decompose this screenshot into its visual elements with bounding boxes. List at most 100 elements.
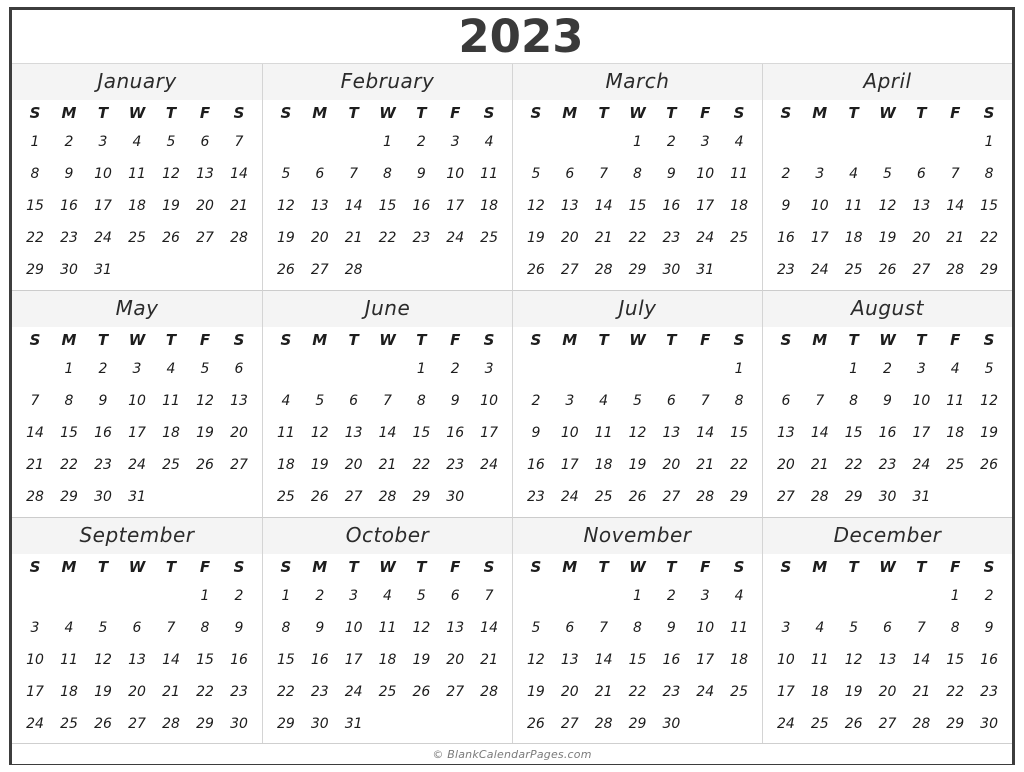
day-cell[interactable]: 18 — [938, 417, 972, 449]
day-cell[interactable]: 26 — [871, 254, 905, 286]
day-cell[interactable]: 8 — [18, 158, 52, 190]
day-cell[interactable]: 28 — [803, 481, 837, 513]
day-cell[interactable]: 17 — [688, 190, 722, 222]
day-cell[interactable]: 16 — [438, 417, 472, 449]
day-cell[interactable]: 14 — [371, 417, 405, 449]
day-cell[interactable]: 5 — [519, 158, 553, 190]
day-cell[interactable]: 26 — [269, 254, 303, 286]
day-cell[interactable]: 3 — [553, 385, 587, 417]
day-cell[interactable]: 14 — [472, 612, 506, 644]
day-cell[interactable]: 9 — [654, 158, 688, 190]
day-cell[interactable]: 4 — [803, 612, 837, 644]
day-cell[interactable]: 23 — [769, 254, 803, 286]
day-cell[interactable]: 2 — [52, 126, 86, 158]
day-cell[interactable]: 3 — [472, 353, 506, 385]
day-cell[interactable]: 10 — [553, 417, 587, 449]
day-cell[interactable]: 11 — [52, 644, 86, 676]
day-cell[interactable]: 2 — [86, 353, 120, 385]
day-cell[interactable]: 16 — [654, 644, 688, 676]
day-cell[interactable]: 23 — [222, 676, 256, 708]
day-cell[interactable]: 7 — [371, 385, 405, 417]
day-cell[interactable]: 26 — [303, 481, 337, 513]
day-cell[interactable]: 27 — [654, 481, 688, 513]
day-cell[interactable]: 1 — [371, 126, 405, 158]
day-cell[interactable]: 2 — [438, 353, 472, 385]
day-cell[interactable]: 25 — [371, 676, 405, 708]
day-cell[interactable]: 12 — [303, 417, 337, 449]
day-cell[interactable]: 12 — [519, 644, 553, 676]
day-cell[interactable]: 26 — [621, 481, 655, 513]
day-cell[interactable]: 5 — [86, 612, 120, 644]
day-cell[interactable]: 18 — [154, 417, 188, 449]
day-cell[interactable]: 20 — [438, 644, 472, 676]
day-cell[interactable]: 19 — [303, 449, 337, 481]
day-cell[interactable]: 1 — [52, 353, 86, 385]
day-cell[interactable]: 15 — [371, 190, 405, 222]
day-cell[interactable]: 14 — [18, 417, 52, 449]
day-cell[interactable]: 27 — [337, 481, 371, 513]
day-cell[interactable]: 28 — [337, 254, 371, 286]
day-cell[interactable]: 22 — [269, 676, 303, 708]
day-cell[interactable]: 3 — [688, 126, 722, 158]
day-cell[interactable]: 22 — [371, 222, 405, 254]
day-cell[interactable]: 29 — [621, 254, 655, 286]
day-cell[interactable]: 24 — [769, 708, 803, 740]
day-cell[interactable]: 6 — [303, 158, 337, 190]
day-cell[interactable]: 16 — [972, 644, 1006, 676]
day-cell[interactable]: 1 — [621, 580, 655, 612]
day-cell[interactable]: 3 — [904, 353, 938, 385]
day-cell[interactable]: 28 — [222, 222, 256, 254]
day-cell[interactable]: 9 — [303, 612, 337, 644]
day-cell[interactable]: 6 — [871, 612, 905, 644]
day-cell[interactable]: 12 — [86, 644, 120, 676]
day-cell[interactable]: 12 — [972, 385, 1006, 417]
day-cell[interactable]: 18 — [52, 676, 86, 708]
day-cell[interactable]: 10 — [120, 385, 154, 417]
day-cell[interactable]: 16 — [303, 644, 337, 676]
day-cell[interactable]: 25 — [587, 481, 621, 513]
day-cell[interactable]: 31 — [86, 254, 120, 286]
day-cell[interactable]: 23 — [871, 449, 905, 481]
day-cell[interactable]: 14 — [154, 644, 188, 676]
day-cell[interactable]: 18 — [837, 222, 871, 254]
day-cell[interactable]: 30 — [654, 708, 688, 740]
day-cell[interactable]: 21 — [371, 449, 405, 481]
day-cell[interactable]: 19 — [871, 222, 905, 254]
day-cell[interactable]: 3 — [438, 126, 472, 158]
day-cell[interactable]: 12 — [154, 158, 188, 190]
day-cell[interactable]: 25 — [472, 222, 506, 254]
day-cell[interactable]: 5 — [188, 353, 222, 385]
day-cell[interactable]: 26 — [837, 708, 871, 740]
day-cell[interactable]: 16 — [519, 449, 553, 481]
day-cell[interactable]: 30 — [52, 254, 86, 286]
day-cell[interactable]: 3 — [803, 158, 837, 190]
day-cell[interactable]: 17 — [803, 222, 837, 254]
day-cell[interactable]: 27 — [120, 708, 154, 740]
day-cell[interactable]: 1 — [621, 126, 655, 158]
day-cell[interactable]: 26 — [519, 708, 553, 740]
day-cell[interactable]: 4 — [938, 353, 972, 385]
day-cell[interactable]: 8 — [269, 612, 303, 644]
day-cell[interactable]: 3 — [18, 612, 52, 644]
day-cell[interactable]: 19 — [154, 190, 188, 222]
day-cell[interactable]: 16 — [871, 417, 905, 449]
day-cell[interactable]: 5 — [519, 612, 553, 644]
day-cell[interactable]: 23 — [303, 676, 337, 708]
day-cell[interactable]: 3 — [688, 580, 722, 612]
day-cell[interactable]: 29 — [52, 481, 86, 513]
day-cell[interactable]: 3 — [769, 612, 803, 644]
day-cell[interactable]: 14 — [803, 417, 837, 449]
day-cell[interactable]: 15 — [404, 417, 438, 449]
day-cell[interactable]: 6 — [904, 158, 938, 190]
day-cell[interactable]: 17 — [553, 449, 587, 481]
day-cell[interactable]: 5 — [303, 385, 337, 417]
day-cell[interactable]: 13 — [904, 190, 938, 222]
day-cell[interactable]: 17 — [337, 644, 371, 676]
day-cell[interactable]: 14 — [904, 644, 938, 676]
day-cell[interactable]: 19 — [519, 222, 553, 254]
day-cell[interactable]: 5 — [269, 158, 303, 190]
day-cell[interactable]: 29 — [621, 708, 655, 740]
day-cell[interactable]: 23 — [654, 676, 688, 708]
day-cell[interactable]: 9 — [222, 612, 256, 644]
day-cell[interactable]: 5 — [972, 353, 1006, 385]
